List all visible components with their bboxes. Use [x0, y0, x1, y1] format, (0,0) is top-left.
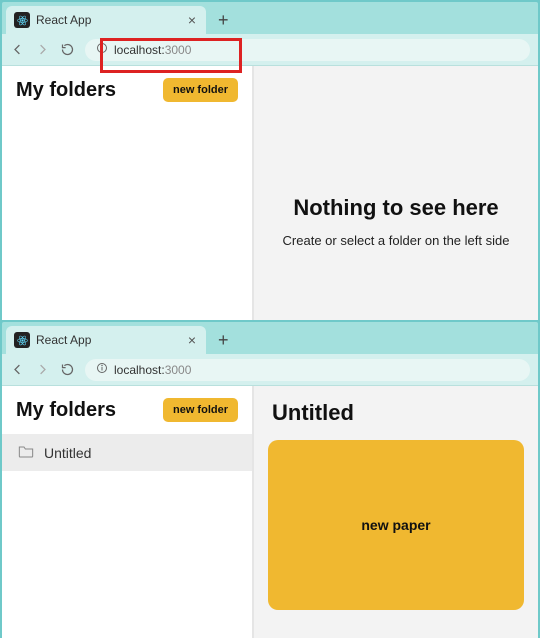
url-input[interactable]: localhost:3000 — [85, 359, 530, 381]
new-tab-button[interactable]: + — [210, 326, 237, 354]
tab-strip: React App × + — [2, 2, 538, 34]
browser-window-initial: React App × + localhost:3000 My folders … — [2, 2, 538, 320]
reload-button[interactable] — [60, 42, 75, 57]
browser-window-with-folder: React App × + localhost:3000 My folders … — [2, 322, 538, 638]
new-folder-button[interactable]: new folder — [163, 398, 238, 422]
new-tab-button[interactable]: + — [210, 6, 237, 34]
back-button[interactable] — [10, 42, 25, 57]
url-text: localhost:3000 — [114, 43, 191, 57]
folder-item[interactable]: Untitled — [2, 434, 252, 471]
react-favicon — [14, 332, 30, 348]
sidebar-title: My folders — [16, 399, 116, 422]
back-button[interactable] — [10, 362, 25, 377]
sidebar-header: My folders new folder — [2, 66, 252, 114]
sidebar: My folders new folder Untitled — [2, 386, 254, 638]
forward-button[interactable] — [35, 362, 50, 377]
tab-strip: React App × + — [2, 322, 538, 354]
tab-close-icon[interactable]: × — [186, 332, 198, 348]
empty-state-subtitle: Create or select a folder on the left si… — [283, 233, 510, 248]
folder-title: Untitled — [272, 400, 354, 426]
main-pane-folder: Untitled new paper — [254, 386, 538, 638]
reload-button[interactable] — [60, 362, 75, 377]
site-info-icon[interactable] — [96, 42, 108, 57]
new-paper-card[interactable]: new paper — [268, 440, 524, 610]
folder-list: Untitled — [2, 434, 252, 638]
react-favicon — [14, 12, 30, 28]
forward-button[interactable] — [35, 42, 50, 57]
browser-tab[interactable]: React App × — [6, 326, 206, 354]
main-pane-empty: Nothing to see here Create or select a f… — [254, 66, 538, 320]
empty-state-title: Nothing to see here — [293, 195, 498, 221]
sidebar: My folders new folder — [2, 66, 254, 320]
new-paper-label: new paper — [361, 517, 430, 533]
sidebar-header: My folders new folder — [2, 386, 252, 434]
address-bar: localhost:3000 — [2, 354, 538, 386]
url-text: localhost:3000 — [114, 363, 191, 377]
tab-title: React App — [36, 13, 180, 27]
folder-name: Untitled — [44, 445, 91, 461]
browser-tab[interactable]: React App × — [6, 6, 206, 34]
sidebar-title: My folders — [16, 79, 116, 102]
new-folder-button[interactable]: new folder — [163, 78, 238, 102]
tab-title: React App — [36, 333, 180, 347]
site-info-icon[interactable] — [96, 362, 108, 377]
address-bar: localhost:3000 — [2, 34, 538, 66]
app-content: My folders new folder Untitled Untitled … — [2, 386, 538, 638]
app-content: My folders new folder Nothing to see her… — [2, 66, 538, 320]
tab-close-icon[interactable]: × — [186, 12, 198, 28]
folder-icon — [18, 444, 34, 461]
url-input[interactable]: localhost:3000 — [85, 39, 530, 61]
